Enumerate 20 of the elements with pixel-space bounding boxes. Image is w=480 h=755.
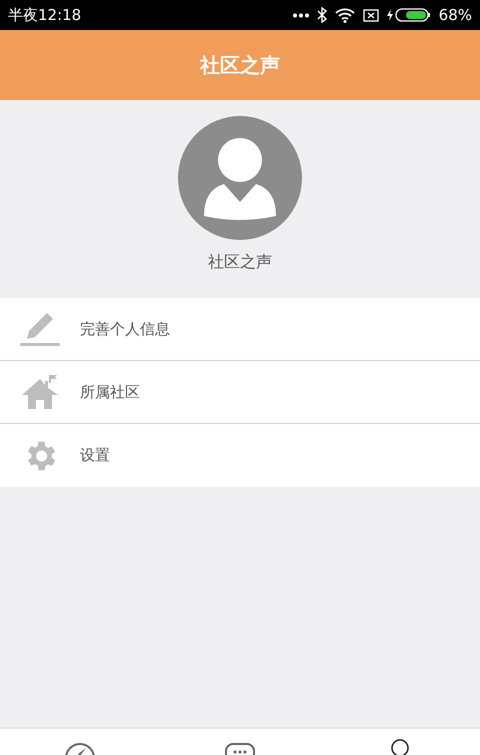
- profile-name: 社区之声: [208, 251, 272, 273]
- header-title: 社区之声: [200, 52, 280, 79]
- wifi-icon: [334, 8, 355, 22]
- menu-item[interactable]: 所属社区: [0, 361, 480, 424]
- battery-icon: [394, 8, 431, 22]
- bluetooth-icon: [316, 7, 327, 23]
- menu-item[interactable]: 完善个人信息: [0, 298, 480, 361]
- more-icon: [292, 12, 309, 18]
- sim-icon: [362, 8, 379, 22]
- status-time: 半夜12:18: [8, 4, 82, 26]
- menu-label: 完善个人信息: [80, 318, 170, 340]
- chat-icon[interactable]: [224, 742, 256, 755]
- battery-percent: 68%: [438, 4, 472, 26]
- menu-label: 所属社区: [80, 382, 140, 403]
- avatar-icon[interactable]: [178, 116, 302, 240]
- pencil-icon: [19, 311, 61, 347]
- house-icon: [20, 375, 60, 409]
- menu-label: 设置: [80, 445, 110, 466]
- charging-icon: [386, 9, 393, 21]
- menu-item[interactable]: 设置: [0, 424, 480, 487]
